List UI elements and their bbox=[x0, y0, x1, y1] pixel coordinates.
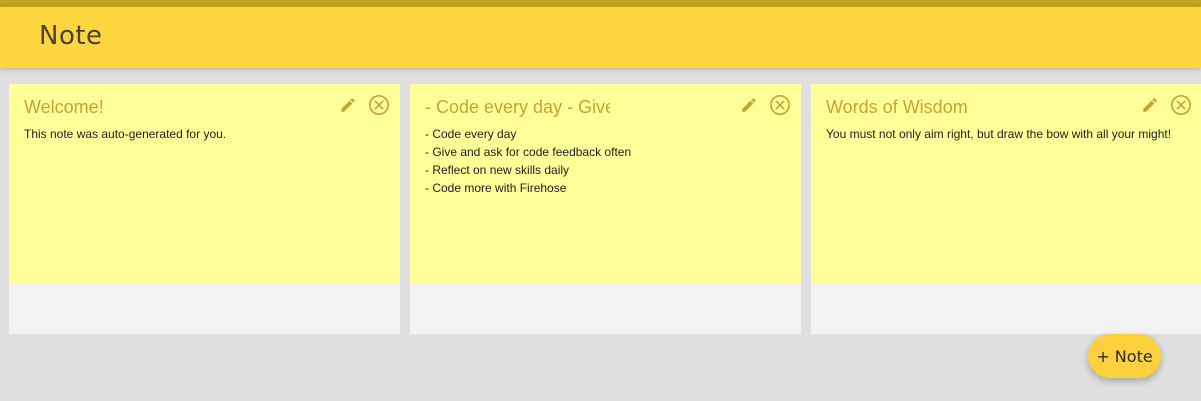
note-card: - Code every day - Give a - Code every d… bbox=[410, 84, 801, 334]
pencil-icon[interactable] bbox=[740, 96, 758, 114]
note-title[interactable]: - Code every day - Give a bbox=[425, 97, 610, 118]
note-body: - Code every day - Give a - Code every d… bbox=[410, 84, 801, 284]
pencil-icon[interactable] bbox=[339, 96, 357, 114]
note-body: Words of Wisdom You must not only aim ri… bbox=[811, 84, 1201, 284]
note-text[interactable]: This note was auto-generated for you. bbox=[24, 125, 390, 143]
close-circle-icon[interactable] bbox=[368, 94, 390, 116]
app-bar: Note bbox=[0, 7, 1201, 68]
top-accent-strip bbox=[0, 0, 1201, 7]
note-card: Words of Wisdom You must not only aim ri… bbox=[811, 84, 1201, 334]
note-card: Welcome! This note was auto-generated fo… bbox=[9, 84, 400, 334]
note-text[interactable]: You must not only aim right, but draw th… bbox=[826, 125, 1192, 143]
close-circle-icon[interactable] bbox=[769, 94, 791, 116]
pencil-icon[interactable] bbox=[1141, 96, 1159, 114]
app-title: Note bbox=[39, 21, 103, 51]
note-title[interactable]: Words of Wisdom bbox=[826, 97, 968, 118]
add-note-button[interactable]: + Note bbox=[1088, 334, 1161, 378]
close-circle-icon[interactable] bbox=[1170, 94, 1192, 116]
note-text[interactable]: - Code every day - Give and ask for code… bbox=[425, 125, 791, 197]
notes-list: Welcome! This note was auto-generated fo… bbox=[9, 84, 1201, 334]
note-body: Welcome! This note was auto-generated fo… bbox=[9, 84, 400, 284]
note-title[interactable]: Welcome! bbox=[24, 97, 104, 118]
